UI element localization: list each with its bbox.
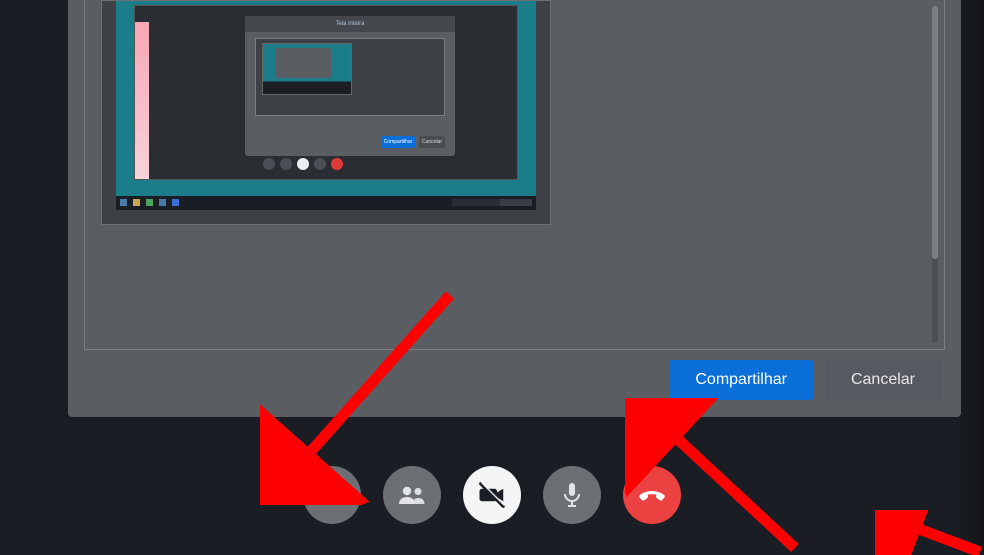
mini-mic-icon	[314, 158, 326, 170]
share-screen-dialog: Tela inteira Compartilhar Cancelar	[68, 0, 961, 417]
dialog-button-row: Compartilhar Cancelar	[669, 360, 941, 400]
thumbnail-mini-call-controls	[263, 158, 343, 170]
thumbnail-taskbar	[116, 196, 536, 210]
thumbnail-nested-dialog: Tela inteira Compartilhar Cancelar	[245, 16, 455, 156]
camera-button[interactable]	[463, 466, 521, 524]
microphone-button[interactable]	[543, 466, 601, 524]
thumbnail-nested-body	[255, 38, 445, 116]
share-button[interactable]: Compartilhar	[669, 360, 813, 400]
thumbnail-nested-tab: Tela inteira	[245, 16, 455, 32]
share-options-area: Tela inteira Compartilhar Cancelar	[84, 0, 945, 350]
share-preview-thumbnail[interactable]: Tela inteira Compartilhar Cancelar	[101, 0, 551, 225]
mini-hangup-icon	[331, 158, 343, 170]
thumbnail-taskbar-icons	[120, 199, 179, 206]
scrollbar-thumb[interactable]	[932, 6, 938, 259]
thumbnail-sidebar	[135, 22, 149, 179]
share-options-scrollbar[interactable]	[932, 6, 938, 343]
participants-icon	[397, 482, 427, 508]
thumbnail-nested-buttons: Compartilhar Cancelar	[381, 136, 445, 148]
mini-camera-icon	[297, 158, 309, 170]
screen-share-icon	[319, 482, 345, 508]
microphone-icon	[560, 481, 584, 509]
camera-off-icon	[477, 480, 507, 510]
thumbnail-nested-cancel-button: Cancelar	[419, 136, 445, 148]
mini-participants-icon	[280, 158, 292, 170]
hangup-icon	[636, 479, 668, 511]
thumbnail-recursive-dialog	[275, 48, 331, 78]
thumbnail-taskbar-tray	[452, 199, 532, 206]
thumbnail-desktop: Tela inteira Compartilhar Cancelar	[116, 1, 536, 210]
screen-share-button[interactable]	[303, 466, 361, 524]
mini-share-icon	[263, 158, 275, 170]
call-controls-bar	[303, 466, 681, 524]
cancel-button[interactable]: Cancelar	[825, 360, 941, 400]
thumbnail-window: Tela inteira Compartilhar Cancelar	[134, 5, 518, 180]
thumbnail-recursive-preview	[262, 43, 352, 95]
thumbnail-nested-share-button: Compartilhar	[381, 136, 415, 148]
participants-button[interactable]	[383, 466, 441, 524]
hangup-button[interactable]	[623, 466, 681, 524]
